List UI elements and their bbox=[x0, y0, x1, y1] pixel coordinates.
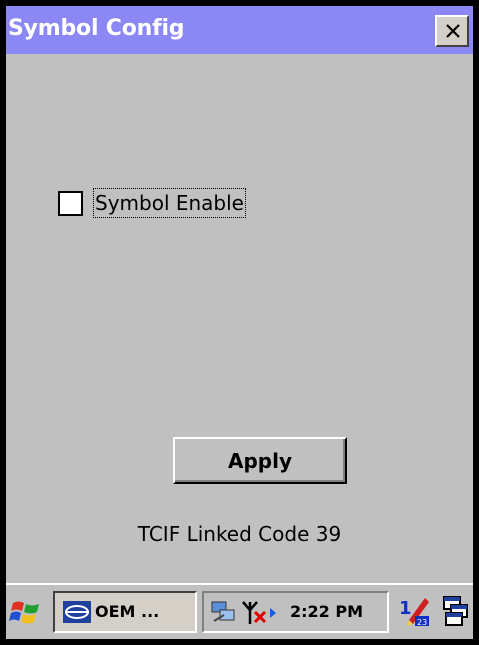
input-panel-icon: 1 23 bbox=[399, 598, 429, 627]
windows-flag-icon bbox=[9, 601, 39, 624]
svg-text:1: 1 bbox=[399, 598, 412, 619]
start-button[interactable] bbox=[9, 597, 43, 627]
network-icon[interactable] bbox=[210, 599, 238, 625]
task-label: OEM ... bbox=[95, 602, 160, 621]
symbol-enable-checkbox[interactable] bbox=[58, 191, 83, 216]
input-panel-button[interactable]: 1 23 bbox=[397, 594, 431, 632]
title-bar: Symbol Config bbox=[6, 6, 473, 54]
taskbar: OEM ... 2:22 PM 1 23 bbox=[6, 583, 473, 639]
system-tray: 2:22 PM bbox=[202, 591, 389, 633]
signal-antenna-icon[interactable] bbox=[240, 598, 284, 626]
svg-text:23: 23 bbox=[417, 618, 427, 627]
checkbox-label[interactable]: Symbol Enable bbox=[93, 188, 246, 218]
close-icon bbox=[446, 24, 460, 38]
device-screen: Symbol Config Symbol Enable Apply TCIF L… bbox=[6, 6, 473, 639]
close-button[interactable] bbox=[435, 15, 469, 47]
show-desktop-icon bbox=[443, 596, 468, 626]
taskbar-task-button[interactable]: OEM ... bbox=[53, 591, 197, 633]
show-desktop-button[interactable] bbox=[442, 595, 470, 631]
clock[interactable]: 2:22 PM bbox=[290, 602, 363, 621]
status-text: TCIF Linked Code 39 bbox=[137, 522, 342, 546]
app-icon bbox=[63, 601, 91, 623]
client-area: Symbol Enable Apply TCIF Linked Code 39 bbox=[6, 54, 473, 579]
apply-button[interactable]: Apply bbox=[173, 437, 347, 484]
window-title: Symbol Config bbox=[8, 16, 185, 41]
